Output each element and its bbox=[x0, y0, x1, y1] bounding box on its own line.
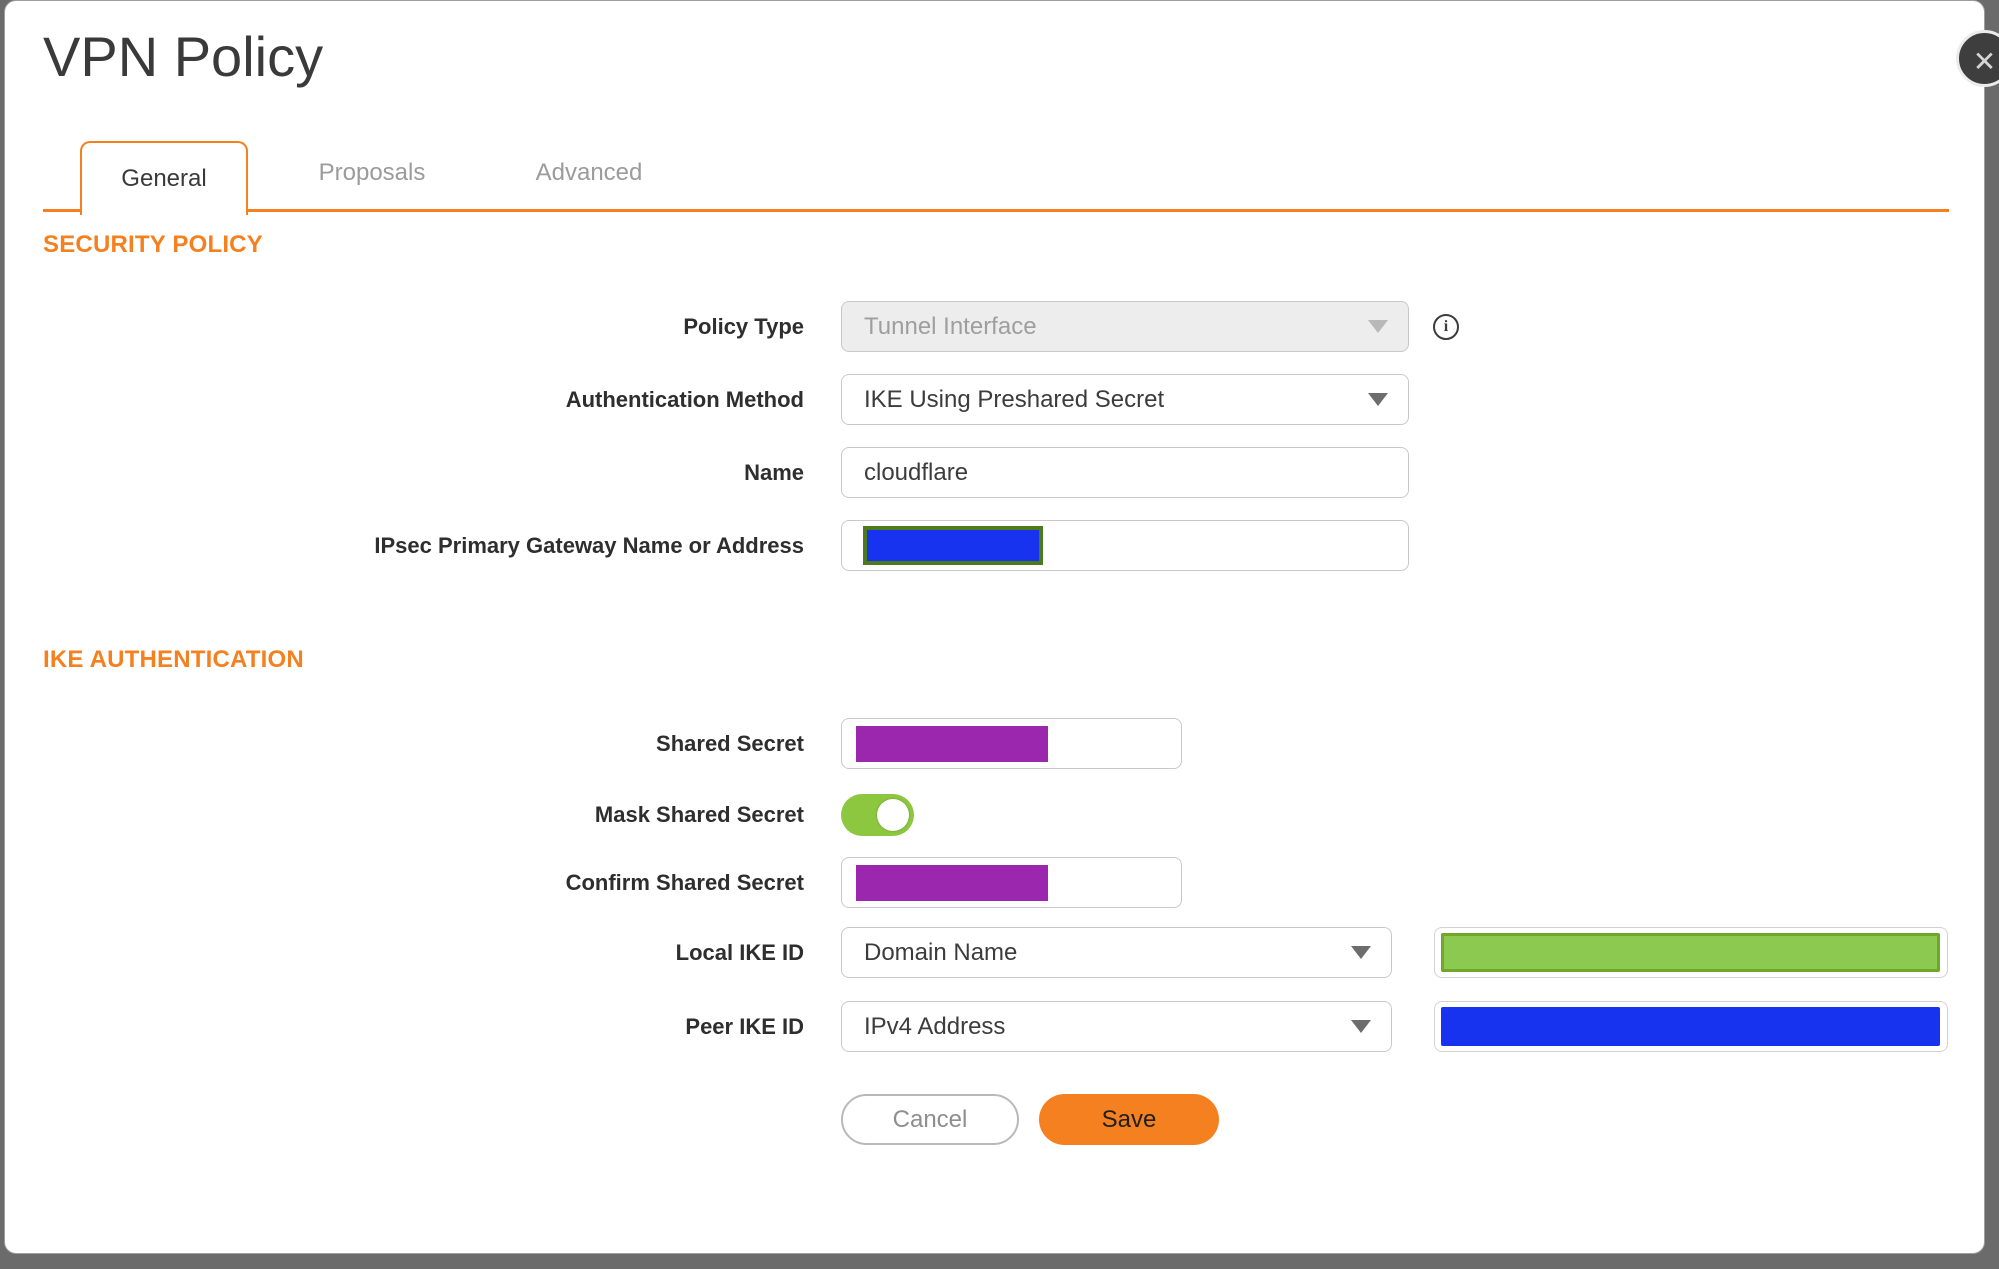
shared-secret-input[interactable] bbox=[841, 718, 1182, 769]
policy-type-row: Policy Type Tunnel Interface i bbox=[43, 301, 1984, 352]
confirm-shared-secret-input[interactable] bbox=[841, 857, 1182, 908]
local-ike-id-type-select[interactable]: Domain Name bbox=[841, 927, 1392, 978]
page-title: VPN Policy bbox=[43, 25, 324, 88]
footer-buttons: Cancel Save bbox=[841, 1094, 1984, 1145]
shared-secret-row: Shared Secret bbox=[43, 718, 1984, 769]
chevron-down-icon bbox=[1368, 320, 1388, 333]
name-row: Name bbox=[43, 447, 1984, 498]
peer-ike-id-type-value: IPv4 Address bbox=[864, 1012, 1006, 1040]
vpn-policy-dialog: VPN Policy General Proposals Advanced SE… bbox=[4, 0, 1985, 1254]
tab-proposals[interactable]: Proposals bbox=[315, 140, 429, 206]
section-title-security-policy: SECURITY POLICY bbox=[43, 231, 263, 258]
authentication-method-label: Authentication Method bbox=[565, 386, 804, 412]
gateway-row: IPsec Primary Gateway Name or Address bbox=[43, 520, 1984, 571]
redacted-shared-secret-value bbox=[856, 726, 1048, 762]
local-ike-id-type-value: Domain Name bbox=[864, 938, 1018, 966]
shared-secret-label: Shared Secret bbox=[656, 730, 804, 756]
name-input[interactable] bbox=[841, 447, 1409, 498]
mask-shared-secret-row: Mask Shared Secret bbox=[43, 794, 1984, 836]
toggle-knob bbox=[877, 799, 909, 831]
info-icon[interactable]: i bbox=[1433, 313, 1459, 340]
local-ike-id-value-input[interactable] bbox=[1434, 927, 1948, 978]
authentication-method-select[interactable]: IKE Using Preshared Secret bbox=[841, 374, 1409, 425]
tab-advanced[interactable]: Advanced bbox=[529, 140, 649, 206]
policy-type-value: Tunnel Interface bbox=[864, 312, 1037, 340]
tab-advanced-label: Advanced bbox=[535, 159, 643, 186]
redacted-local-ike-id-value bbox=[1441, 933, 1940, 972]
peer-ike-id-type-select[interactable]: IPv4 Address bbox=[841, 1001, 1392, 1052]
redacted-peer-ike-id-value bbox=[1441, 1007, 1940, 1046]
chevron-down-icon bbox=[1351, 946, 1371, 959]
redacted-confirm-shared-secret-value bbox=[856, 865, 1048, 901]
gateway-label: IPsec Primary Gateway Name or Address bbox=[374, 532, 804, 558]
authentication-method-row: Authentication Method IKE Using Preshare… bbox=[43, 374, 1984, 425]
tab-general[interactable]: General bbox=[80, 141, 248, 215]
tab-general-label: General bbox=[121, 165, 207, 192]
cancel-button[interactable]: Cancel bbox=[841, 1094, 1019, 1145]
gateway-input[interactable] bbox=[841, 520, 1409, 571]
peer-ike-id-value-input[interactable] bbox=[1434, 1001, 1948, 1052]
redacted-gateway-value bbox=[863, 526, 1043, 565]
local-ike-id-label: Local IKE ID bbox=[675, 939, 804, 965]
confirm-shared-secret-label: Confirm Shared Secret bbox=[565, 869, 804, 895]
confirm-shared-secret-row: Confirm Shared Secret bbox=[43, 857, 1984, 908]
save-button[interactable]: Save bbox=[1039, 1094, 1219, 1145]
chevron-down-icon bbox=[1351, 1020, 1371, 1033]
tab-proposals-label: Proposals bbox=[318, 159, 426, 186]
peer-ike-id-label: Peer IKE ID bbox=[685, 1013, 804, 1039]
chevron-down-icon bbox=[1368, 393, 1388, 406]
mask-shared-secret-toggle[interactable] bbox=[841, 794, 914, 836]
peer-ike-id-row: Peer IKE ID IPv4 Address bbox=[43, 1001, 1984, 1052]
tab-bar: General Proposals Advanced bbox=[43, 140, 1949, 215]
policy-type-label: Policy Type bbox=[683, 313, 804, 339]
authentication-method-value: IKE Using Preshared Secret bbox=[864, 385, 1165, 413]
mask-shared-secret-label: Mask Shared Secret bbox=[594, 802, 804, 827]
section-title-ike-authentication: IKE AUTHENTICATION bbox=[43, 646, 304, 673]
local-ike-id-row: Local IKE ID Domain Name bbox=[43, 927, 1984, 978]
policy-type-select: Tunnel Interface bbox=[841, 301, 1409, 352]
name-label: Name bbox=[744, 459, 804, 485]
